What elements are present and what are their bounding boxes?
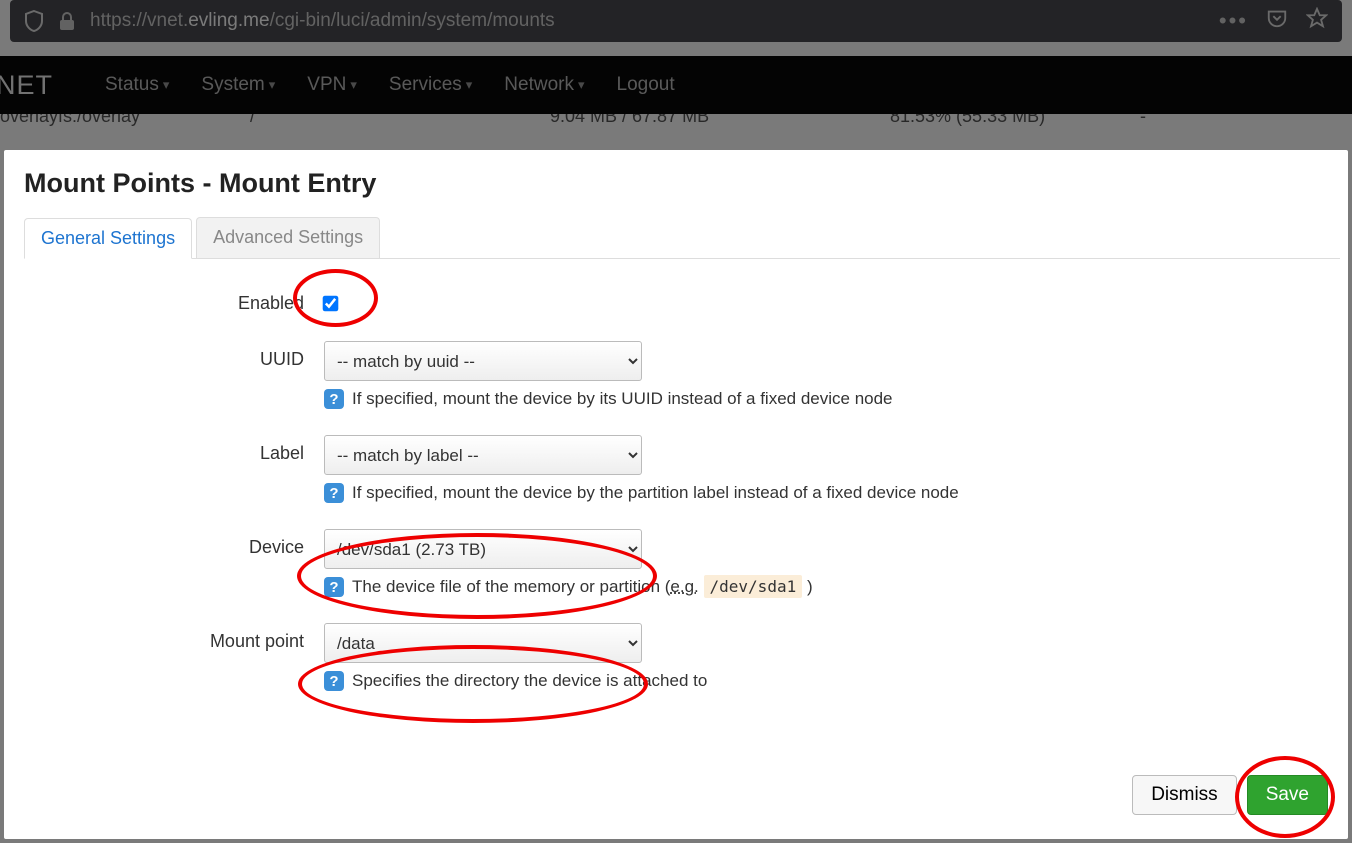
mount-point-hint: Specifies the directory the device is at… bbox=[352, 671, 707, 691]
uuid-select[interactable]: -- match by uuid -- bbox=[324, 341, 642, 381]
tab-bar: General Settings Advanced Settings bbox=[24, 217, 1340, 259]
uuid-label: UUID bbox=[24, 341, 324, 370]
device-hint: The device file of the memory or partiti… bbox=[352, 577, 813, 597]
help-icon: ? bbox=[324, 577, 344, 597]
save-button[interactable]: Save bbox=[1247, 775, 1328, 815]
dismiss-button[interactable]: Dismiss bbox=[1132, 775, 1237, 815]
tab-general-settings[interactable]: General Settings bbox=[24, 218, 192, 259]
mount-point-select[interactable]: /data bbox=[324, 623, 642, 663]
mount-entry-modal: Mount Points - Mount Entry General Setti… bbox=[4, 150, 1348, 839]
enabled-checkbox[interactable] bbox=[323, 296, 339, 312]
help-icon: ? bbox=[324, 671, 344, 691]
device-select[interactable]: /dev/sda1 (2.73 TB) bbox=[324, 529, 642, 569]
tab-advanced-settings[interactable]: Advanced Settings bbox=[196, 217, 380, 258]
label-label: Label bbox=[24, 435, 324, 464]
uuid-hint: If specified, mount the device by its UU… bbox=[352, 389, 893, 409]
help-icon: ? bbox=[324, 483, 344, 503]
mount-point-label: Mount point bbox=[24, 623, 324, 652]
enabled-label: Enabled bbox=[24, 285, 324, 314]
label-hint: If specified, mount the device by the pa… bbox=[352, 483, 959, 503]
help-icon: ? bbox=[324, 389, 344, 409]
device-label: Device bbox=[24, 529, 324, 558]
modal-title: Mount Points - Mount Entry bbox=[4, 168, 1348, 217]
label-select[interactable]: -- match by label -- bbox=[324, 435, 642, 475]
